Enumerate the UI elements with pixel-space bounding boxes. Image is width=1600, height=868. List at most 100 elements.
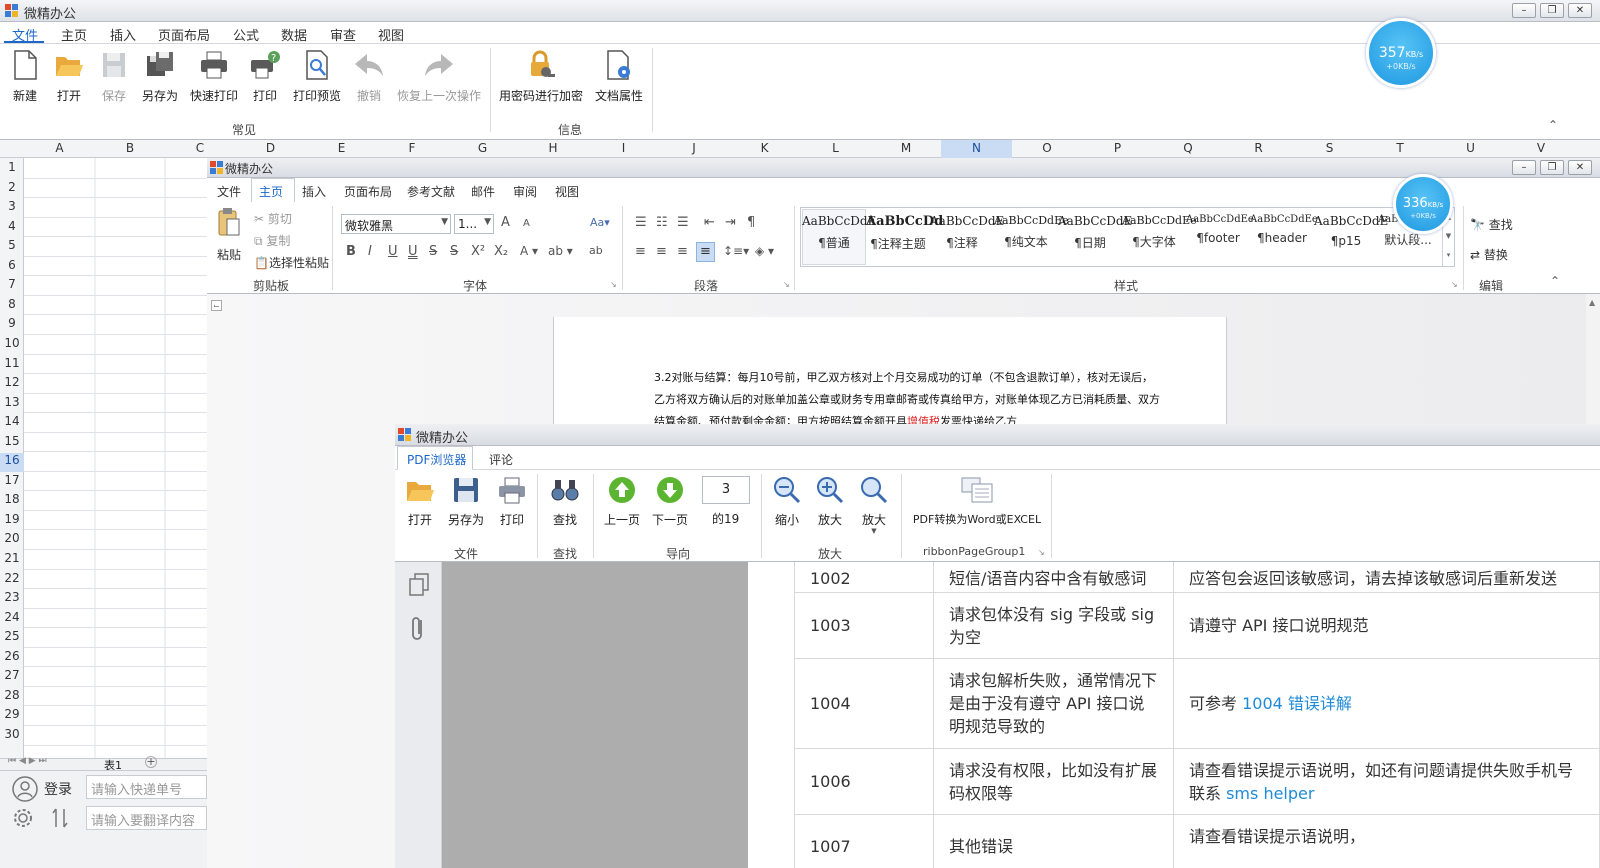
align-center-icon[interactable]: ≡: [656, 244, 667, 259]
collapse-ribbon-icon[interactable]: ⌃: [1548, 118, 1558, 132]
row-header[interactable]: 12: [0, 375, 24, 389]
increase-indent-icon[interactable]: ⇥: [725, 215, 736, 230]
align-left-icon[interactable]: ≡: [635, 244, 646, 259]
row-header[interactable]: 26: [0, 649, 24, 663]
zoom-in-button[interactable]: 放大: [813, 476, 847, 528]
dialog-launcher-icon[interactable]: ↘: [1038, 548, 1045, 557]
find-button[interactable]: 🔭 查找: [1470, 216, 1513, 233]
row-header[interactable]: 21: [0, 551, 24, 565]
translate-input[interactable]: 请输入要翻译内容: [86, 806, 207, 830]
open-button[interactable]: 打开: [52, 50, 86, 104]
row-header[interactable]: 10: [0, 336, 24, 350]
column-header[interactable]: G: [447, 141, 518, 155]
row-header[interactable]: 22: [0, 571, 24, 585]
column-header[interactable]: F: [377, 141, 447, 155]
superscript-icon[interactable]: X²: [471, 244, 485, 259]
line-spacing-icon[interactable]: ↕≡▾: [723, 244, 749, 258]
zoom-out-button[interactable]: 缩小: [770, 476, 804, 528]
numbering-icon[interactable]: ☷: [656, 215, 668, 230]
row-header[interactable]: 3: [0, 199, 24, 213]
word-menu-file[interactable]: 文件: [217, 183, 241, 200]
network-speed-widget-2[interactable]: 336KB/s +0KB/s: [1393, 174, 1453, 234]
doc-properties-button[interactable]: 文档属性: [593, 50, 645, 104]
error-detail-link[interactable]: 1004 错误详解: [1242, 694, 1352, 713]
word-close-button[interactable]: ✕: [1568, 160, 1592, 175]
column-header[interactable]: B: [95, 141, 165, 155]
print-preview-button[interactable]: 打印预览: [290, 50, 344, 104]
doc-scrollbar[interactable]: ▲: [1586, 294, 1600, 424]
multilevel-list-icon[interactable]: ☰: [677, 215, 689, 230]
word-menu-review[interactable]: 审阅: [513, 183, 537, 200]
pdf-page-content[interactable]: 1002 短信/语音内容中含有敏感词 应答包会返回该敏感词，请去掉该敏感词后重新…: [794, 562, 1600, 868]
style-item[interactable]: AaBbCcDdE ¶注释: [930, 214, 1004, 251]
clear-format-icon[interactable]: ab: [589, 244, 603, 257]
column-header[interactable]: N: [941, 141, 1012, 155]
column-header[interactable]: P: [1082, 141, 1153, 155]
pdf-print-button[interactable]: 打印: [495, 476, 529, 528]
row-header[interactable]: 8: [0, 297, 24, 311]
menu-review[interactable]: 审查: [330, 25, 356, 44]
sheet-grid[interactable]: [24, 158, 207, 765]
menu-page-layout[interactable]: 页面布局: [158, 25, 210, 44]
save-as-button[interactable]: 另存为: [138, 50, 182, 104]
replace-button[interactable]: ⇄ 替换: [1470, 246, 1508, 263]
tab-scroll-arrows[interactable]: ⏮ ◀ ▶ ⏭: [8, 756, 47, 766]
copy-button[interactable]: ⧉ 复制: [254, 232, 290, 249]
sms-helper-link[interactable]: sms helper: [1226, 784, 1314, 803]
bold-icon[interactable]: B: [346, 244, 356, 259]
encrypt-button[interactable]: 用密码进行加密: [498, 50, 584, 104]
menu-insert[interactable]: 插入: [110, 25, 136, 44]
underline-icon[interactable]: U: [388, 244, 398, 259]
row-header[interactable]: 24: [0, 610, 24, 624]
column-header[interactable]: O: [1012, 141, 1082, 155]
swap-arrows-icon[interactable]: [50, 807, 70, 829]
new-button[interactable]: 新建: [8, 50, 42, 104]
document-page[interactable]: 3.2对账与结算：每月10号前，甲乙双方核对上个月交易成功的订单（不包含退款订单…: [553, 317, 1227, 428]
word-menu-view[interactable]: 视图: [555, 183, 579, 200]
row-header[interactable]: 7: [0, 277, 24, 291]
column-header[interactable]: C: [165, 141, 235, 155]
ruler-toggle-icon[interactable]: ⌙: [211, 300, 222, 311]
login-link[interactable]: 登录: [44, 779, 72, 799]
row-header[interactable]: 28: [0, 688, 24, 702]
pdf-thumbnail-panel[interactable]: [442, 562, 748, 868]
cut-button[interactable]: ✂ 剪切: [254, 210, 292, 227]
column-header[interactable]: K: [729, 141, 800, 155]
row-header[interactable]: 5: [0, 238, 24, 252]
decrease-indent-icon[interactable]: ⇤: [704, 215, 715, 230]
style-item[interactable]: AaBbCcDdEe ¶纯文本: [994, 214, 1069, 250]
styles-gallery[interactable]: AaBbCcDdE ¶普通 AaBbCcDd ¶注释主题 AaBbCcDdE ¶注释 …: [800, 207, 1455, 267]
shading-icon[interactable]: ◈ ▾: [755, 244, 774, 258]
style-item[interactable]: AaBbCcDdEe ¶大字体: [1122, 214, 1197, 250]
pilcrow-icon[interactable]: ¶: [747, 215, 755, 230]
word-minimize-button[interactable]: –: [1512, 160, 1536, 175]
prev-page-button[interactable]: 上一页: [602, 476, 642, 528]
pages-icon[interactable]: [407, 572, 431, 598]
style-item[interactable]: AaBbCcDdE ¶日期: [1058, 214, 1132, 251]
align-right-icon[interactable]: ≡: [677, 244, 688, 259]
menu-home[interactable]: 主页: [61, 25, 87, 44]
strikethrough-icon[interactable]: S: [429, 244, 437, 259]
row-header[interactable]: 11: [0, 356, 24, 370]
row-header[interactable]: 9: [0, 316, 24, 330]
justify-button[interactable]: ≡: [696, 242, 715, 262]
row-header[interactable]: 15: [0, 434, 24, 448]
double-strikethrough-icon[interactable]: S: [450, 244, 458, 259]
row-header[interactable]: 4: [0, 219, 24, 233]
italic-icon[interactable]: I: [368, 244, 372, 259]
column-header[interactable]: A: [24, 141, 95, 155]
font-size-select[interactable]: 1... ▼: [454, 214, 494, 234]
tab-comment[interactable]: 评论: [489, 451, 513, 468]
user-icon[interactable]: [12, 776, 38, 802]
font-name-select[interactable]: 微软雅黑 ▼: [341, 214, 451, 234]
dialog-launcher-icon[interactable]: ↘: [1451, 280, 1458, 289]
double-underline-icon[interactable]: U: [408, 244, 418, 259]
style-item[interactable]: AaBbCcDdE ¶p15: [1314, 214, 1388, 248]
grow-font-icon[interactable]: A: [501, 215, 510, 230]
row-header[interactable]: 2: [0, 180, 24, 194]
dialog-launcher-icon[interactable]: ↘: [783, 280, 790, 289]
row-header[interactable]: 16: [0, 453, 24, 467]
add-sheet-icon[interactable]: +: [145, 756, 157, 768]
close-button[interactable]: ✕: [1568, 3, 1592, 18]
column-header[interactable]: J: [659, 141, 729, 155]
